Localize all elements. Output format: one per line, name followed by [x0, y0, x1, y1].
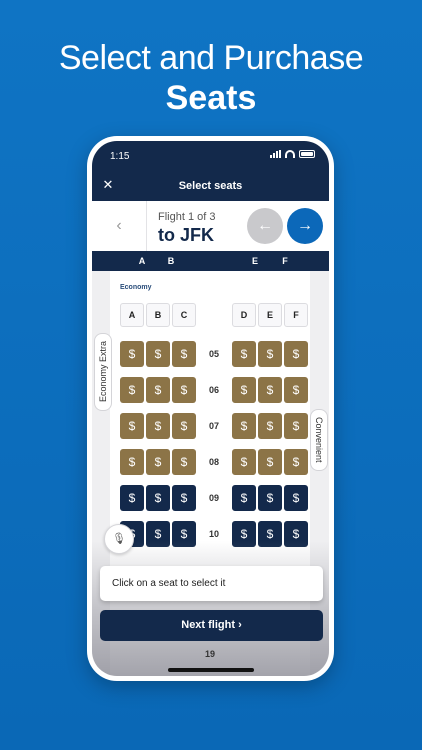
seat-09-B[interactable]: $	[146, 485, 170, 511]
seat-06-B[interactable]: $	[146, 377, 170, 403]
phone-frame: 1:15 ✕ Select seats ‹ Flight 1 of 3 to J…	[87, 136, 334, 681]
status-icons	[270, 150, 315, 158]
seat-column-letter: D	[232, 303, 256, 327]
seat-09-F[interactable]: $	[284, 485, 308, 511]
seat-05-E[interactable]: $	[258, 341, 282, 367]
seat-05-B[interactable]: $	[146, 341, 170, 367]
status-bar: 1:15	[92, 141, 329, 171]
seat-07-A[interactable]: $	[120, 413, 144, 439]
nav-bar: ✕ Select seats	[92, 171, 329, 201]
seat-06-F[interactable]: $	[284, 377, 308, 403]
seat-column-letter: B	[146, 303, 170, 327]
seat-06-E[interactable]: $	[258, 377, 282, 403]
app-screen: 1:15 ✕ Select seats ‹ Flight 1 of 3 to J…	[92, 141, 329, 676]
home-indicator[interactable]	[168, 668, 254, 672]
row-number: 10	[208, 529, 219, 539]
convenient-tab[interactable]: Convenient	[310, 409, 328, 471]
row-number: 08	[208, 457, 219, 467]
seat-07-E[interactable]: $	[258, 413, 282, 439]
headline-line-1: Select and Purchase	[58, 39, 364, 77]
seat-09-D[interactable]: $	[232, 485, 256, 511]
seat-09-C[interactable]: $	[172, 485, 196, 511]
seat-column-letter: C	[172, 303, 196, 327]
seat-06-A[interactable]: $	[120, 377, 144, 403]
row-number: 19	[204, 649, 215, 659]
wifi-icon	[285, 150, 295, 158]
seat-08-B[interactable]: $	[146, 449, 170, 475]
economy-extra-tab[interactable]: Economy Extra	[94, 333, 112, 411]
seat-08-E[interactable]: $	[258, 449, 282, 475]
row-number: 07	[208, 421, 219, 431]
column-header-letter: E	[251, 256, 258, 266]
seat-08-D[interactable]: $	[232, 449, 256, 475]
seat-07-C[interactable]: $	[172, 413, 196, 439]
seat-07-B[interactable]: $	[146, 413, 170, 439]
microphone-icon[interactable]: 🎙	[104, 524, 134, 554]
seat-07-F[interactable]: $	[284, 413, 308, 439]
seat-05-A[interactable]: $	[120, 341, 144, 367]
next-flight-button[interactable]: Next flight ›	[100, 610, 323, 641]
row-number: 06	[208, 385, 219, 395]
seat-09-A[interactable]: $	[120, 485, 144, 511]
battery-icon	[299, 150, 315, 158]
seat-06-C[interactable]: $	[172, 377, 196, 403]
seat-column-letter: A	[120, 303, 144, 327]
seat-column-letter: F	[284, 303, 308, 327]
cabin-label: Economy	[120, 284, 152, 291]
flight-destination: to JFK	[158, 225, 214, 245]
seat-05-C[interactable]: $	[172, 341, 196, 367]
column-header-letter: A	[138, 256, 146, 266]
seat-08-C[interactable]: $	[172, 449, 196, 475]
seat-05-D[interactable]: $	[232, 341, 256, 367]
next-flight-arrow-button[interactable]: →	[287, 208, 323, 244]
status-time: 1:15	[110, 151, 130, 162]
chevron-left-icon[interactable]: ‹	[92, 201, 147, 251]
seat-08-A[interactable]: $	[120, 449, 144, 475]
flight-counter: Flight 1 of 3	[158, 211, 216, 223]
headline-line-2: Seats	[165, 79, 257, 117]
previous-flight-button[interactable]: ←	[247, 208, 283, 244]
seat-05-F[interactable]: $	[284, 341, 308, 367]
row-number: 09	[208, 493, 219, 503]
convenient-label: Convenient	[314, 417, 324, 463]
page-title: Select seats	[178, 180, 243, 192]
economy-extra-label: Economy Extra	[98, 341, 108, 403]
seat-08-F[interactable]: $	[284, 449, 308, 475]
seat-07-D[interactable]: $	[232, 413, 256, 439]
seat-hint-tooltip: Click on a seat to select it	[100, 566, 323, 601]
seat-09-E[interactable]: $	[258, 485, 282, 511]
headline: Select and Purchase Seats	[0, 38, 422, 118]
signal-icon	[270, 150, 281, 158]
column-header: A B E F	[92, 251, 329, 271]
row-number: 05	[208, 349, 219, 359]
flight-selector: ‹ Flight 1 of 3 to JFK ← →	[92, 201, 329, 251]
seat-06-D[interactable]: $	[232, 377, 256, 403]
seat-column-letter: E	[258, 303, 282, 327]
column-header-letter: F	[282, 256, 288, 266]
column-header-letter: B	[167, 256, 175, 266]
